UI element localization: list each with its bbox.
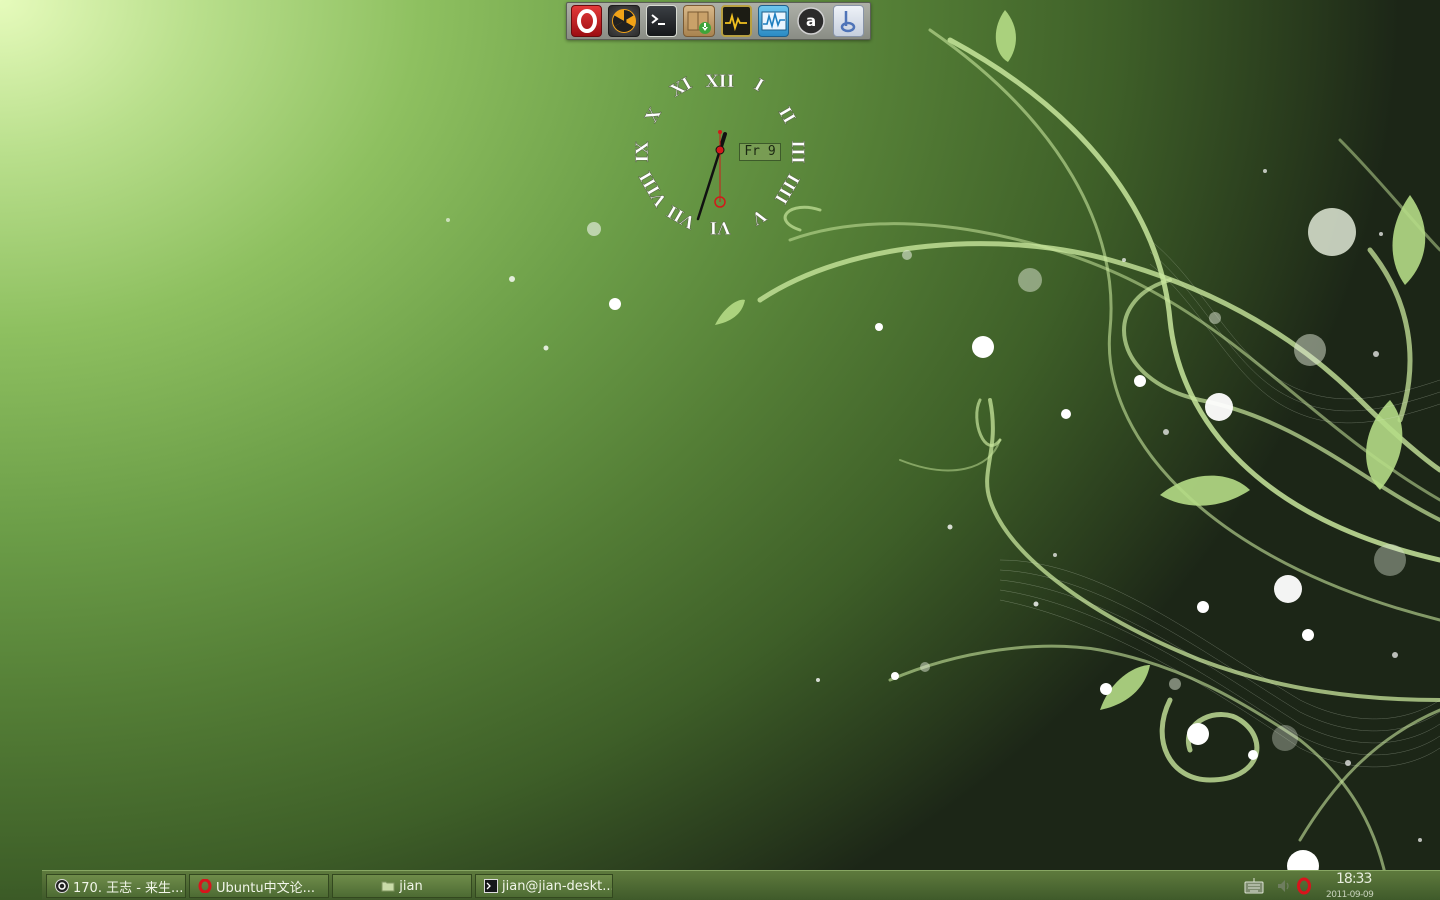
terminal-icon[interactable] xyxy=(645,5,678,37)
task-label: jian xyxy=(399,878,423,894)
task-label: Ubuntu中文论... xyxy=(216,880,315,896)
clock-numeral: II xyxy=(774,104,799,128)
clock-numeral: IIII xyxy=(770,170,803,208)
analog-clock-widget[interactable]: XII I II III IIII V VI VII VIII IX X XI … xyxy=(630,62,810,242)
svg-text:a: a xyxy=(806,12,816,30)
clock-numeral: VII xyxy=(664,200,700,232)
clock-numeral: XII xyxy=(705,72,734,92)
opera-icon xyxy=(198,879,212,893)
volume-icon[interactable] xyxy=(1276,878,1292,894)
radiation-icon[interactable] xyxy=(608,5,640,37)
tray-clock-time[interactable]: 18:33 xyxy=(1336,871,1376,887)
clock-numeral: VIII xyxy=(636,167,672,210)
activity-monitor-icon[interactable] xyxy=(720,5,752,37)
task-opera-browser[interactable]: Ubuntu中文论... xyxy=(189,874,329,898)
keyboard-icon[interactable] xyxy=(1244,877,1264,895)
clock-date-label: Fr 9 xyxy=(739,143,781,161)
task-terminal[interactable]: jian@jian-deskt... xyxy=(475,874,613,898)
music-note-icon[interactable] xyxy=(832,5,864,37)
clock-numeral: I xyxy=(750,75,767,96)
tray-clock-date: 2011-09-09 xyxy=(1326,890,1374,900)
taskbar: 170. 王志 - 来生... Ubuntu中文论... jian jian@j… xyxy=(42,870,1440,900)
clock-numeral: IX xyxy=(633,141,653,163)
waveform-icon[interactable] xyxy=(757,5,790,37)
letter-a-icon[interactable]: a xyxy=(795,5,826,37)
opera-icon[interactable] xyxy=(571,5,603,37)
clock-numeral: III xyxy=(787,140,807,164)
desktop[interactable]: a XII I II III IIII V VI VII VIII IX X X… xyxy=(0,0,1440,900)
clock-face: XII I II III IIII V VI VII VIII IX X XI xyxy=(633,72,808,238)
clock-minute-hand xyxy=(696,148,722,221)
clock-numeral: VI xyxy=(709,217,731,237)
clock-numeral: V xyxy=(747,204,770,229)
task-media-player[interactable]: 170. 王志 - 来生... xyxy=(46,874,186,898)
clock-numeral: XI xyxy=(667,74,695,102)
task-label: jian@jian-deskt... xyxy=(502,878,613,894)
clock-center-cap xyxy=(715,145,725,155)
launcher-dock: a xyxy=(566,2,871,40)
package-icon[interactable] xyxy=(683,5,715,37)
clock-numeral: X xyxy=(642,104,666,126)
opera-icon[interactable] xyxy=(1296,877,1312,895)
terminal-icon xyxy=(484,879,498,893)
media-player-icon xyxy=(55,879,69,893)
task-file-manager[interactable]: jian xyxy=(332,874,472,898)
folder-icon xyxy=(381,881,395,892)
task-label: 170. 王志 - 来生... xyxy=(73,880,184,896)
